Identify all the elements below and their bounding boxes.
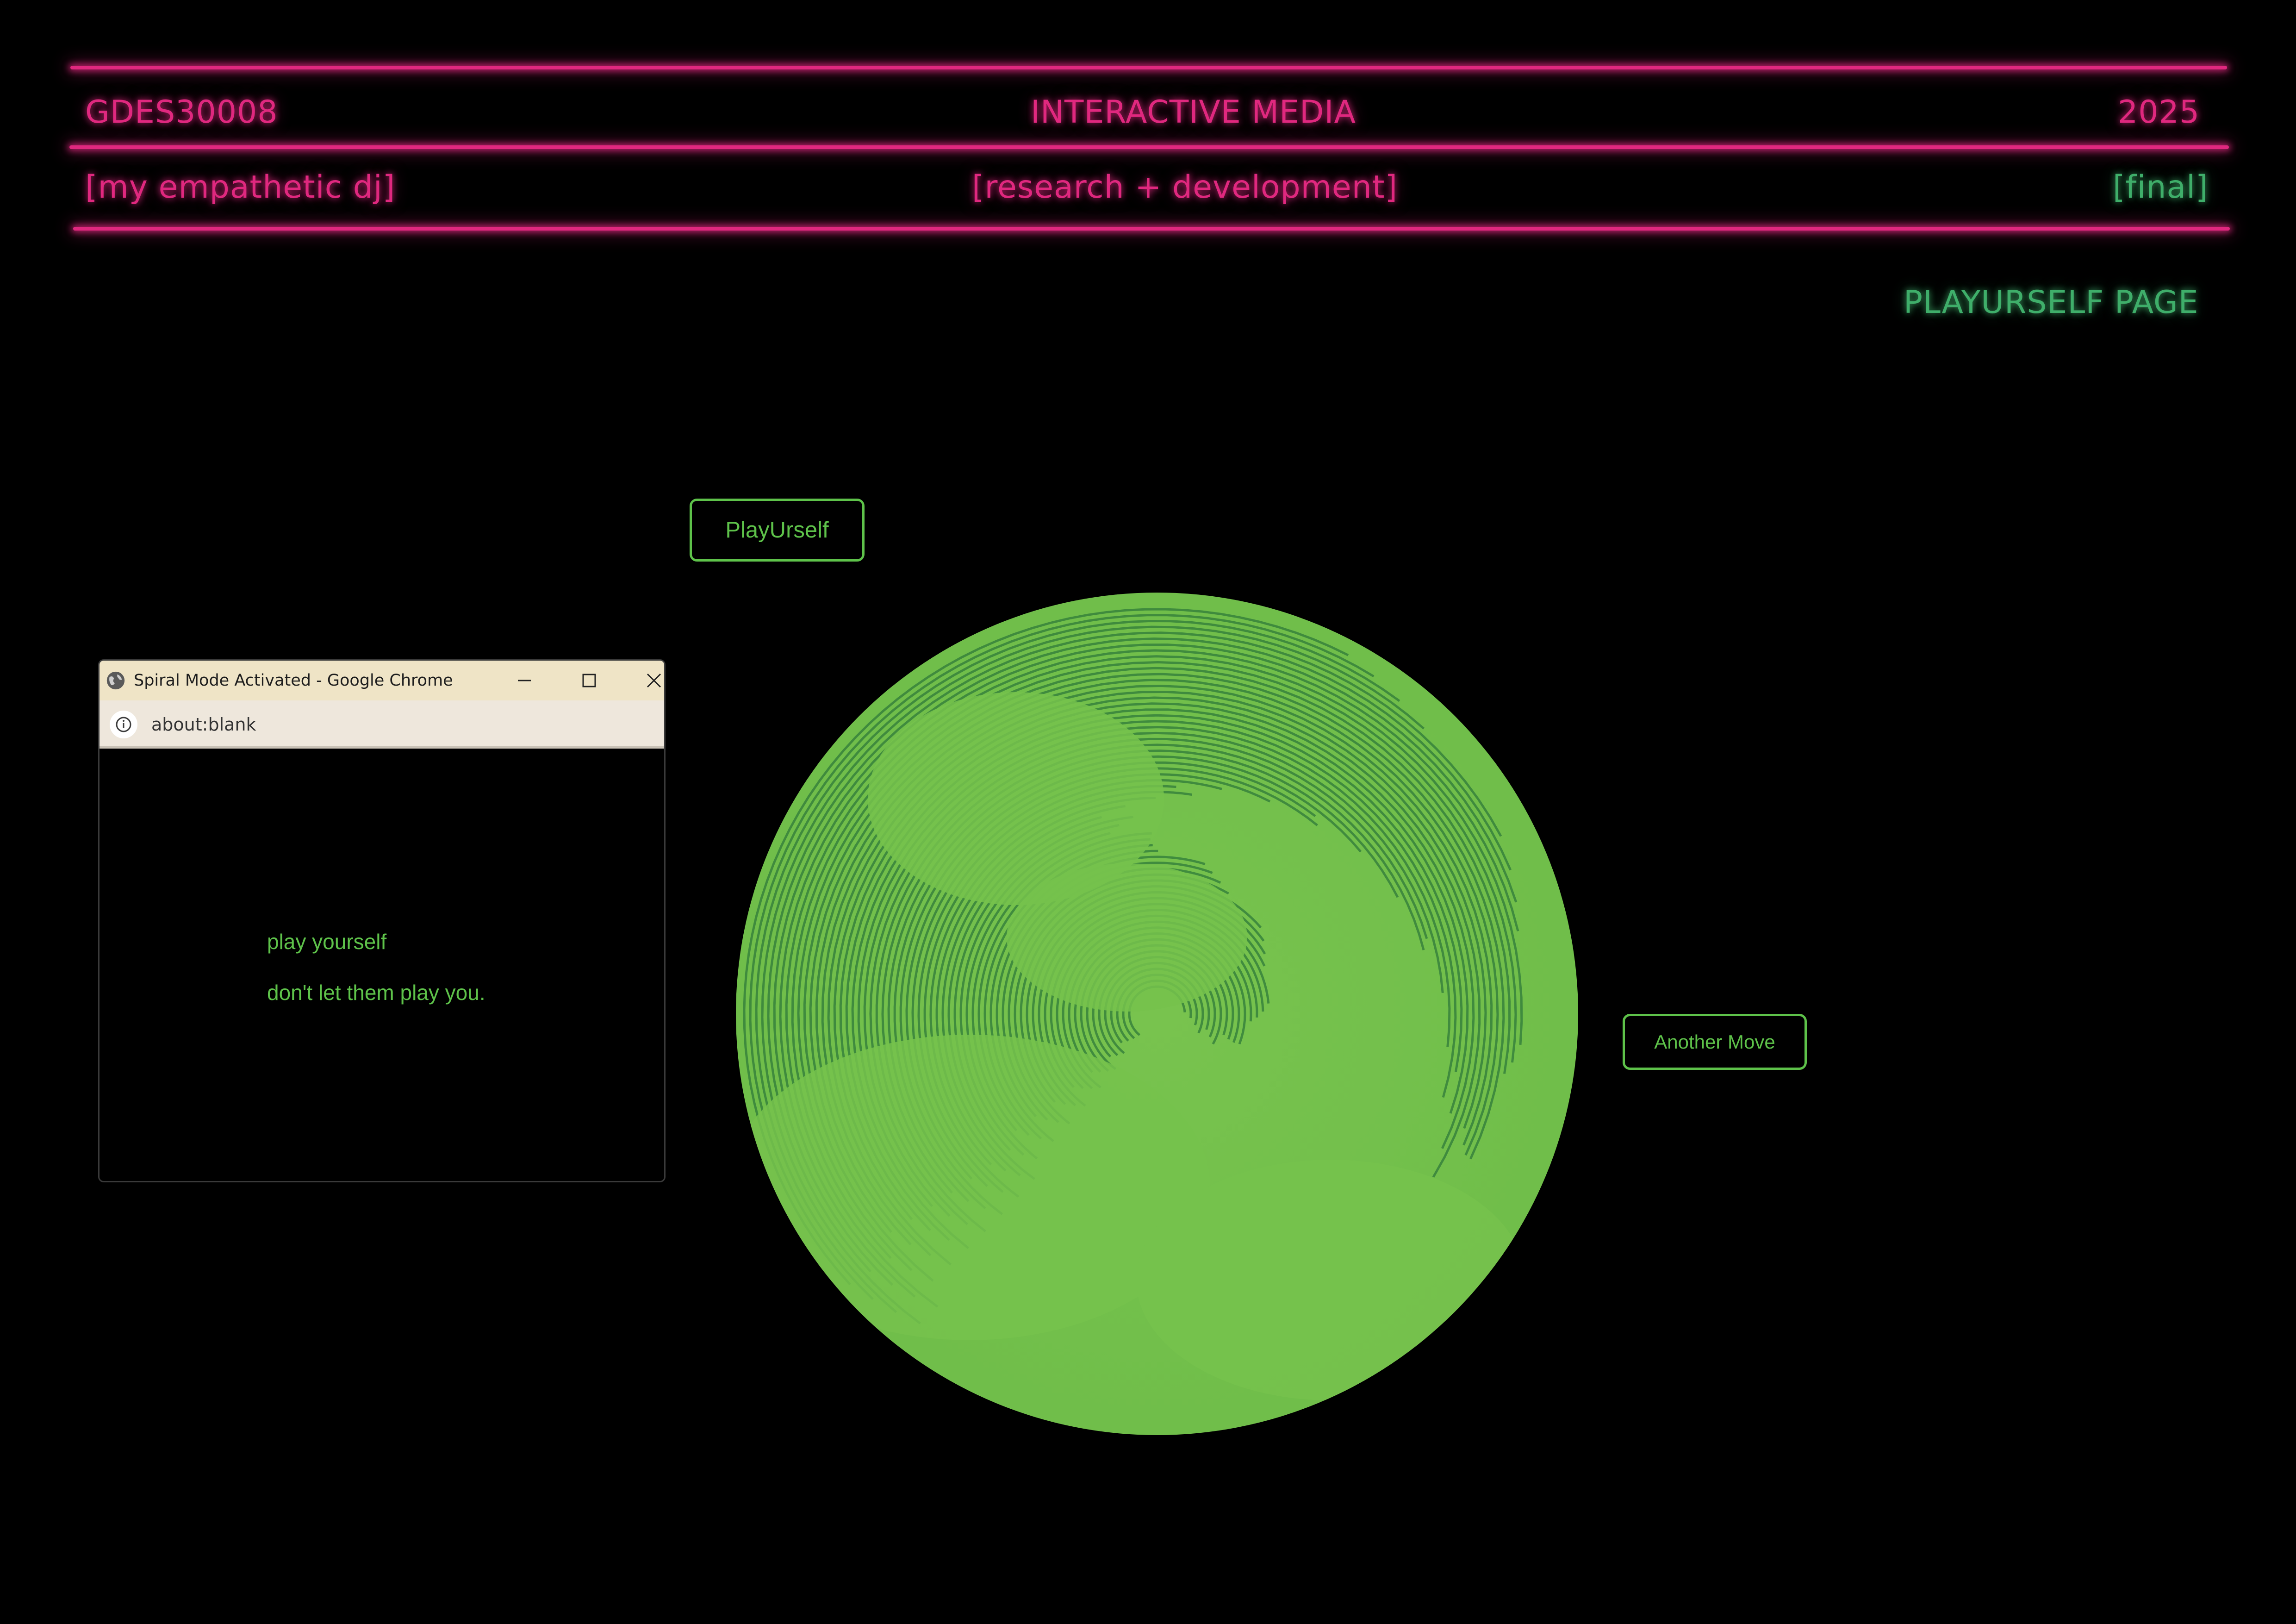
- playurself-button[interactable]: PlayUrself: [690, 499, 865, 562]
- close-button[interactable]: [628, 661, 664, 700]
- course-year: 2025: [2118, 94, 2200, 131]
- close-icon: [647, 673, 661, 688]
- project-stage: [research + development]: [972, 169, 1398, 206]
- spiral-smear-1: [1007, 863, 1247, 1012]
- minimize-icon: [518, 680, 531, 681]
- header-rule-middle: [69, 145, 2229, 149]
- popup-url[interactable]: about:blank: [151, 714, 256, 735]
- globe-icon: [106, 671, 125, 690]
- course-name: INTERACTIVE MEDIA: [1031, 94, 1356, 131]
- info-icon: [110, 711, 137, 738]
- page-label: PLAYURSELF PAGE: [1904, 284, 2199, 321]
- project-title: [my empathetic dj]: [85, 169, 396, 206]
- project-status: [final]: [2113, 169, 2209, 206]
- header-rule-top: [70, 66, 2227, 69]
- course-code: GDES30008: [85, 94, 278, 131]
- popup-line-1: play yourself: [267, 930, 387, 954]
- popup-line-2: don't let them play you.: [267, 981, 485, 1005]
- spiral-smear-3: [1136, 1160, 1525, 1400]
- header-rule-bottom: [73, 227, 2230, 231]
- popup-address-bar[interactable]: about:blank: [100, 700, 664, 749]
- maximize-icon: [582, 674, 596, 687]
- popup-window-title: Spiral Mode Activated - Google Chrome: [134, 671, 453, 690]
- another-move-button[interactable]: Another Move: [1623, 1014, 1807, 1070]
- popup-window[interactable]: Spiral Mode Activated - Google Chrome ab…: [98, 659, 666, 1182]
- maximize-button[interactable]: [564, 661, 615, 700]
- minimize-button[interactable]: [499, 661, 550, 700]
- popup-titlebar[interactable]: Spiral Mode Activated - Google Chrome: [100, 661, 664, 700]
- spiral-visualizer[interactable]: [729, 586, 1590, 1447]
